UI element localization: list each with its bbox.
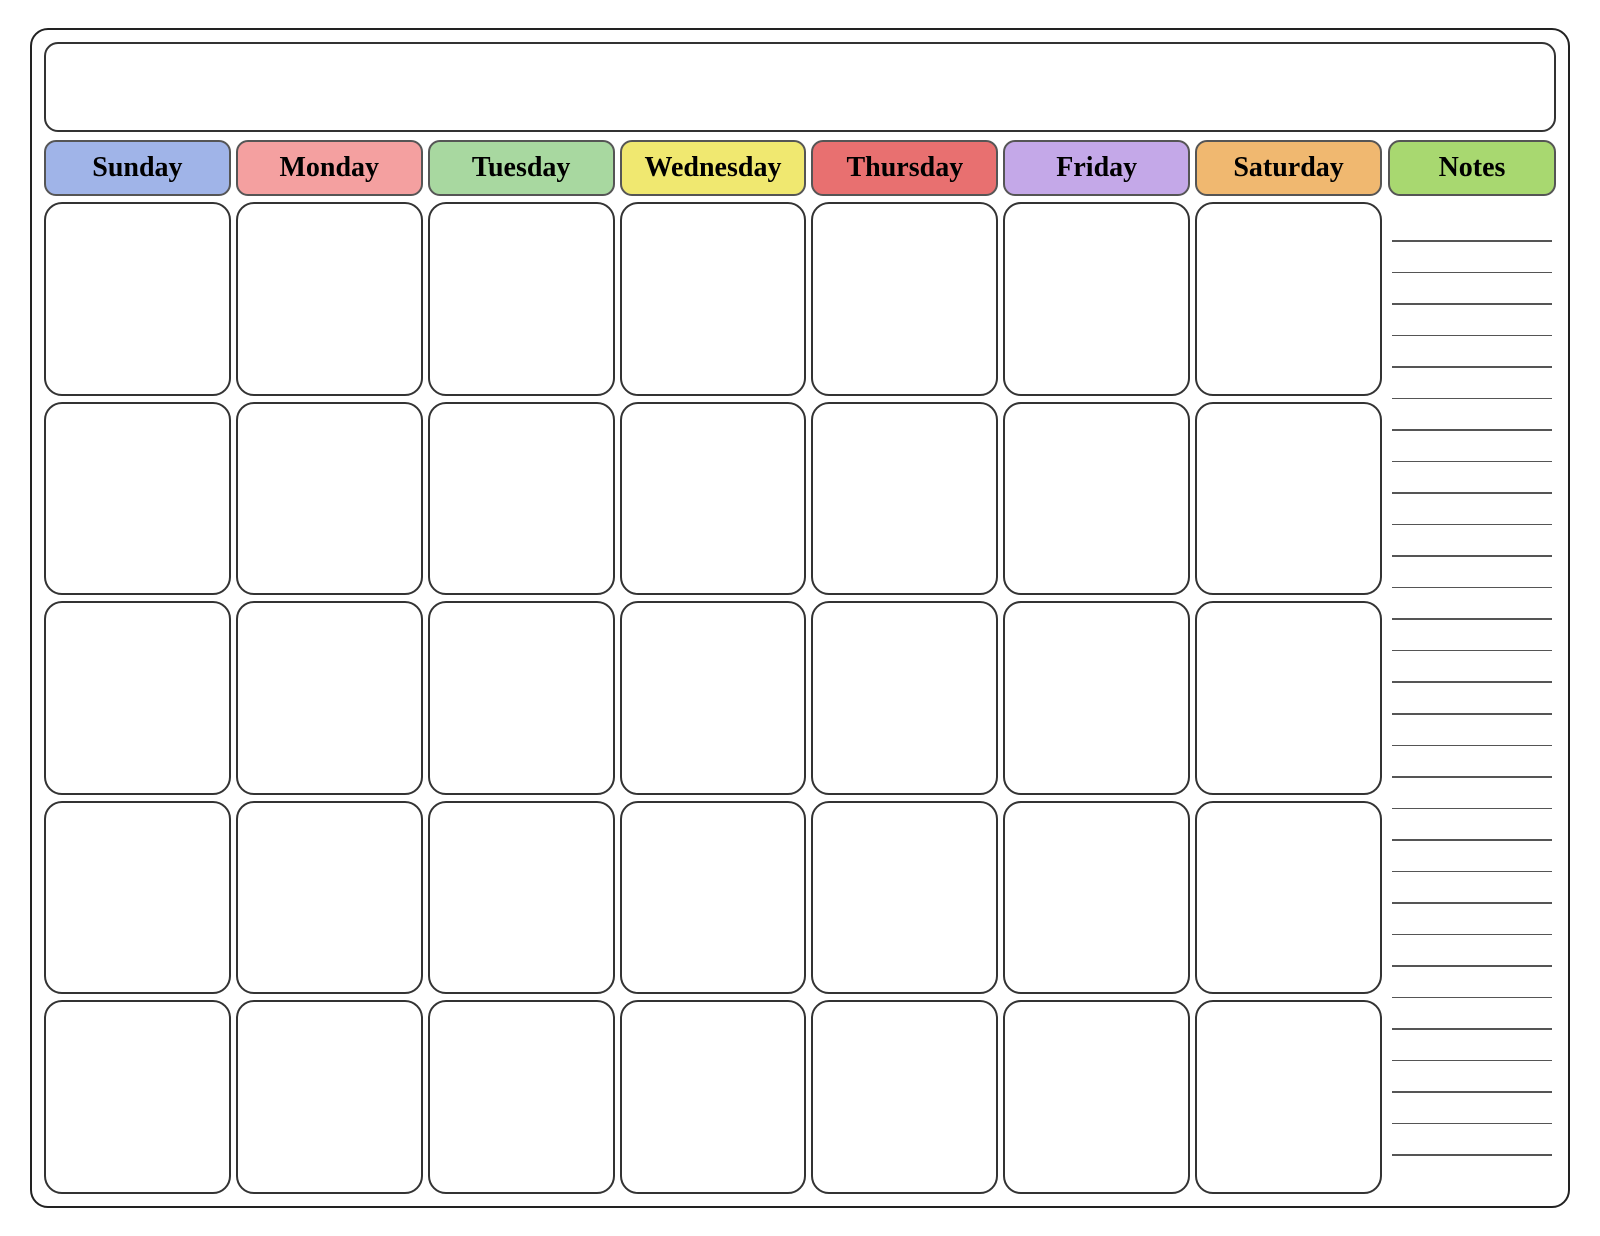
day-cell[interactable] bbox=[1003, 801, 1190, 995]
notes-line bbox=[1392, 902, 1552, 904]
notes-line bbox=[1392, 1060, 1552, 1062]
calendar-row bbox=[44, 801, 1382, 995]
calendar-wrapper: SundayMondayTuesdayWednesdayThursdayFrid… bbox=[30, 28, 1570, 1208]
day-cell[interactable] bbox=[44, 1000, 231, 1194]
notes-line bbox=[1392, 745, 1552, 747]
notes-line bbox=[1392, 839, 1552, 841]
notes-line bbox=[1392, 398, 1552, 400]
day-cell[interactable] bbox=[1003, 402, 1190, 596]
day-headers: SundayMondayTuesdayWednesdayThursdayFrid… bbox=[44, 140, 1382, 196]
day-cell[interactable] bbox=[620, 202, 807, 396]
title-bar[interactable] bbox=[44, 42, 1556, 132]
notes-line bbox=[1392, 808, 1552, 810]
notes-line bbox=[1392, 524, 1552, 526]
day-cell[interactable] bbox=[44, 402, 231, 596]
day-cell[interactable] bbox=[1003, 1000, 1190, 1194]
notes-line bbox=[1392, 335, 1552, 337]
notes-line bbox=[1392, 934, 1552, 936]
day-cell[interactable] bbox=[1003, 202, 1190, 396]
day-cell[interactable] bbox=[428, 601, 615, 795]
day-header-monday: Monday bbox=[236, 140, 423, 196]
day-cell[interactable] bbox=[236, 202, 423, 396]
notes-line bbox=[1392, 461, 1552, 463]
day-cell[interactable] bbox=[44, 601, 231, 795]
notes-line bbox=[1392, 587, 1552, 589]
notes-line bbox=[1392, 618, 1552, 620]
day-cell[interactable] bbox=[811, 1000, 998, 1194]
day-cell[interactable] bbox=[428, 202, 615, 396]
calendar-row bbox=[44, 202, 1382, 396]
day-cell[interactable] bbox=[1195, 1000, 1382, 1194]
calendar-rows bbox=[44, 202, 1382, 1194]
day-cell[interactable] bbox=[428, 801, 615, 995]
calendar-main: SundayMondayTuesdayWednesdayThursdayFrid… bbox=[44, 140, 1556, 1194]
day-cell[interactable] bbox=[236, 1000, 423, 1194]
day-cell[interactable] bbox=[620, 402, 807, 596]
notes-line bbox=[1392, 272, 1552, 274]
day-cell[interactable] bbox=[428, 1000, 615, 1194]
day-header-friday: Friday bbox=[1003, 140, 1190, 196]
notes-lines-container[interactable] bbox=[1388, 202, 1556, 1194]
notes-header: Notes bbox=[1388, 140, 1556, 196]
notes-line bbox=[1392, 555, 1552, 557]
notes-line bbox=[1392, 429, 1552, 431]
day-cell[interactable] bbox=[236, 801, 423, 995]
day-cell[interactable] bbox=[1003, 601, 1190, 795]
notes-line bbox=[1392, 366, 1552, 368]
day-cell[interactable] bbox=[44, 801, 231, 995]
notes-line bbox=[1392, 871, 1552, 873]
notes-line bbox=[1392, 713, 1552, 715]
notes-line bbox=[1392, 303, 1552, 305]
notes-line bbox=[1392, 1028, 1552, 1030]
day-header-tuesday: Tuesday bbox=[428, 140, 615, 196]
notes-column: Notes bbox=[1388, 140, 1556, 1194]
day-cell[interactable] bbox=[236, 601, 423, 795]
day-cell[interactable] bbox=[620, 801, 807, 995]
day-cell[interactable] bbox=[1195, 202, 1382, 396]
calendar-grid: SundayMondayTuesdayWednesdayThursdayFrid… bbox=[44, 140, 1382, 1194]
calendar-row bbox=[44, 402, 1382, 596]
day-cell[interactable] bbox=[811, 801, 998, 995]
day-header-thursday: Thursday bbox=[811, 140, 998, 196]
day-cell[interactable] bbox=[620, 1000, 807, 1194]
day-cell[interactable] bbox=[1195, 402, 1382, 596]
day-cell[interactable] bbox=[1195, 801, 1382, 995]
day-cell[interactable] bbox=[620, 601, 807, 795]
notes-line bbox=[1392, 1123, 1552, 1125]
day-cell[interactable] bbox=[236, 402, 423, 596]
notes-line bbox=[1392, 776, 1552, 778]
day-cell[interactable] bbox=[428, 402, 615, 596]
notes-line bbox=[1392, 492, 1552, 494]
calendar-row bbox=[44, 1000, 1382, 1194]
day-header-wednesday: Wednesday bbox=[620, 140, 807, 196]
day-cell[interactable] bbox=[811, 202, 998, 396]
calendar-row bbox=[44, 601, 1382, 795]
day-cell[interactable] bbox=[1195, 601, 1382, 795]
day-cell[interactable] bbox=[44, 202, 231, 396]
notes-line bbox=[1392, 965, 1552, 967]
notes-line bbox=[1392, 650, 1552, 652]
notes-line bbox=[1392, 1091, 1552, 1093]
notes-line bbox=[1392, 240, 1552, 242]
notes-line bbox=[1392, 997, 1552, 999]
notes-line bbox=[1392, 681, 1552, 683]
notes-line bbox=[1392, 1154, 1552, 1156]
day-cell[interactable] bbox=[811, 601, 998, 795]
day-cell[interactable] bbox=[811, 402, 998, 596]
day-header-sunday: Sunday bbox=[44, 140, 231, 196]
day-header-saturday: Saturday bbox=[1195, 140, 1382, 196]
